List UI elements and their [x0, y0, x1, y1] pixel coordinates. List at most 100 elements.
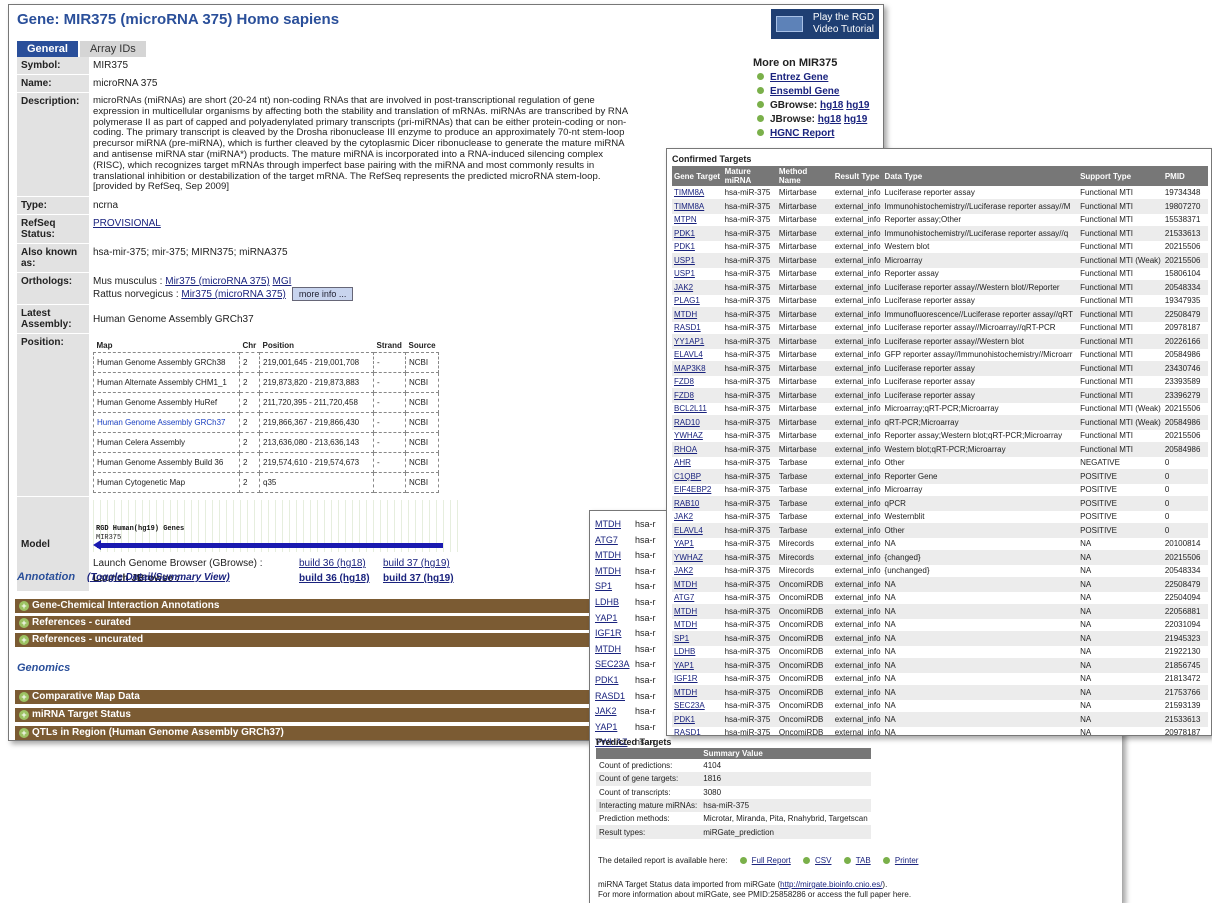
- gbrowse-build37-link[interactable]: build 37 (hg19): [383, 558, 450, 569]
- gene-target-link[interactable]: RHOA: [672, 442, 723, 457]
- ortholog-rat-link[interactable]: Mir375 (microRNA 375): [181, 289, 285, 300]
- result-type: external_info: [832, 307, 883, 322]
- entrez-gene-link[interactable]: Entrez Gene: [770, 72, 828, 83]
- gene-target-link[interactable]: LDHB: [595, 595, 635, 611]
- gene-target-link[interactable]: JAK2: [672, 510, 723, 524]
- gene-target-link[interactable]: SEC23A: [595, 657, 635, 673]
- pmid: 20548334: [1162, 280, 1208, 295]
- gene-target-link[interactable]: PDK1: [672, 226, 723, 241]
- video-tutorial-button[interactable]: Play the RGD Video Tutorial: [771, 9, 879, 39]
- gene-target-link[interactable]: YY1AP1: [672, 334, 723, 349]
- gene-target-link[interactable]: YWHAZ: [672, 429, 723, 443]
- csv-link[interactable]: CSV: [815, 856, 831, 865]
- gbrowse-hg19-link[interactable]: hg19: [846, 100, 869, 111]
- gene-target-link[interactable]: MTDH: [672, 577, 723, 592]
- gene-target-link[interactable]: MTDH: [672, 604, 723, 619]
- gene-target-link[interactable]: JAK2: [672, 280, 723, 295]
- table-row: MTDH hsa-miR-375 OncomiRDB external_info NA N…: [672, 618, 1208, 632]
- data-type: NA: [882, 726, 1079, 735]
- pmid: 21753766: [1162, 685, 1208, 700]
- tab-array-ids[interactable]: Array IDs: [79, 41, 146, 57]
- gene-target-link[interactable]: RASD1: [672, 726, 723, 735]
- result-type: external_info: [832, 550, 883, 565]
- gene-target-link[interactable]: SP1: [672, 631, 723, 646]
- gene-target-link[interactable]: RAB10: [672, 496, 723, 511]
- mature-mirna: hsa-miR-375: [722, 442, 777, 457]
- gene-target-link[interactable]: SEC23A: [672, 699, 723, 713]
- gene-target-link[interactable]: IGF1R: [595, 626, 635, 642]
- gene-target-link[interactable]: JAK2: [595, 704, 635, 720]
- genome-track-view[interactable]: RGD Human(hg19) Genes MIR375: [93, 500, 463, 553]
- toggle-view-link[interactable]: (Toggle Detail/Summary View): [87, 572, 230, 583]
- jbrowse-build36-link[interactable]: build 36 (hg18): [299, 573, 383, 584]
- gene-target-link[interactable]: EIF4EBP2: [672, 483, 723, 497]
- gene-target-link[interactable]: MTPN: [672, 213, 723, 227]
- gene-target-link[interactable]: LDHB: [672, 645, 723, 659]
- gene-target-link[interactable]: MTDH: [672, 618, 723, 632]
- gene-target-link[interactable]: AHR: [672, 456, 723, 470]
- coords: 219,873,820 - 219,873,883: [259, 372, 374, 394]
- printer-link[interactable]: Printer: [895, 856, 919, 865]
- support-type: Functional MTI: [1078, 348, 1163, 362]
- more-info-button[interactable]: more info ...: [291, 287, 354, 302]
- ortholog-mouse-mgi-link[interactable]: MGI: [273, 276, 292, 287]
- gene-target-link[interactable]: MTDH: [672, 685, 723, 700]
- gene-target-link[interactable]: USP1: [672, 253, 723, 268]
- gene-target-link[interactable]: MAP3K8: [672, 361, 723, 376]
- result-type: external_info: [832, 334, 883, 349]
- gene-target-link[interactable]: ELAVL4: [672, 523, 723, 538]
- mirgate-url-link[interactable]: http://mirgate.bioinfo.cnio.es/: [780, 880, 882, 889]
- jbrowse-build37-link[interactable]: build 37 (hg19): [383, 573, 454, 584]
- mature-mirna: hsa-miR-375: [722, 496, 777, 511]
- gene-target-link[interactable]: TIMM8A: [672, 186, 723, 200]
- full-report-link[interactable]: Full Report: [752, 856, 791, 865]
- table-row: MTDH hsa-miR-375 OncomiRDB external_info NA N…: [672, 604, 1208, 619]
- gene-target-link[interactable]: RAD10: [672, 415, 723, 430]
- gene-target-link[interactable]: JAK2: [672, 564, 723, 578]
- gene-target-link[interactable]: YAP1: [672, 537, 723, 551]
- strand: -: [373, 392, 406, 414]
- gbrowse-hg18-link[interactable]: hg18: [820, 100, 843, 111]
- jbrowse-hg19-link[interactable]: hg19: [844, 114, 867, 125]
- gene-target-link[interactable]: MTDH: [672, 307, 723, 322]
- method-name: Tarbase: [776, 469, 833, 484]
- tab-link[interactable]: TAB: [856, 856, 871, 865]
- gene-target-link[interactable]: YAP1: [672, 658, 723, 673]
- gene-feature-bar[interactable]: [97, 543, 443, 549]
- table-row: YY1AP1 hsa-miR-375 Mirtarbase external_info…: [672, 334, 1208, 349]
- gene-target-link[interactable]: BCL2L11: [672, 402, 723, 416]
- gene-target-link[interactable]: FZD8: [672, 375, 723, 389]
- ortholog-mouse-link[interactable]: Mir375 (microRNA 375): [165, 276, 269, 287]
- gene-target-link[interactable]: RASD1: [595, 689, 635, 705]
- gene-target-link[interactable]: MTDH: [595, 548, 635, 564]
- gene-target-link[interactable]: ELAVL4: [672, 348, 723, 362]
- gene-target-link[interactable]: IGF1R: [672, 672, 723, 686]
- hgnc-report-link[interactable]: HGNC Report: [770, 128, 834, 139]
- gene-target-link[interactable]: ATG7: [595, 533, 635, 549]
- table-row: EIF4EBP2 hsa-miR-375 Tarbase external_info M…: [672, 483, 1208, 497]
- gene-target-link[interactable]: SP1: [595, 579, 635, 595]
- refseq-status-link[interactable]: PROVISIONAL: [93, 218, 161, 229]
- gene-target-link[interactable]: PDK1: [672, 712, 723, 727]
- name-value: microRNA 375: [89, 74, 743, 93]
- gene-target-link[interactable]: PDK1: [595, 673, 635, 689]
- jbrowse-hg18-link[interactable]: hg18: [818, 114, 841, 125]
- gene-target-link[interactable]: PDK1: [672, 240, 723, 254]
- gene-target-link[interactable]: USP1: [672, 267, 723, 281]
- chr: 2: [239, 412, 260, 434]
- gene-target-link[interactable]: ATG7: [672, 591, 723, 605]
- gene-target-link[interactable]: YWHAZ: [672, 550, 723, 565]
- gene-target-link[interactable]: MTDH: [595, 564, 635, 580]
- gene-target-link[interactable]: RASD1: [672, 321, 723, 335]
- gene-target-link[interactable]: TIMM8A: [672, 199, 723, 214]
- gbrowse-build36-link[interactable]: build 36 (hg18): [299, 558, 383, 569]
- gene-target-link[interactable]: PLAG1: [672, 294, 723, 308]
- gene-target-link[interactable]: YAP1: [595, 611, 635, 627]
- gene-target-link[interactable]: MTDH: [595, 517, 635, 533]
- gene-target-link[interactable]: FZD8: [672, 388, 723, 403]
- ensembl-gene-link[interactable]: Ensembl Gene: [770, 86, 839, 97]
- tab-general[interactable]: General: [17, 41, 78, 57]
- gene-target-link[interactable]: MTDH: [595, 642, 635, 658]
- gene-target-link[interactable]: YAP1: [595, 720, 635, 736]
- gene-target-link[interactable]: C1QBP: [672, 469, 723, 484]
